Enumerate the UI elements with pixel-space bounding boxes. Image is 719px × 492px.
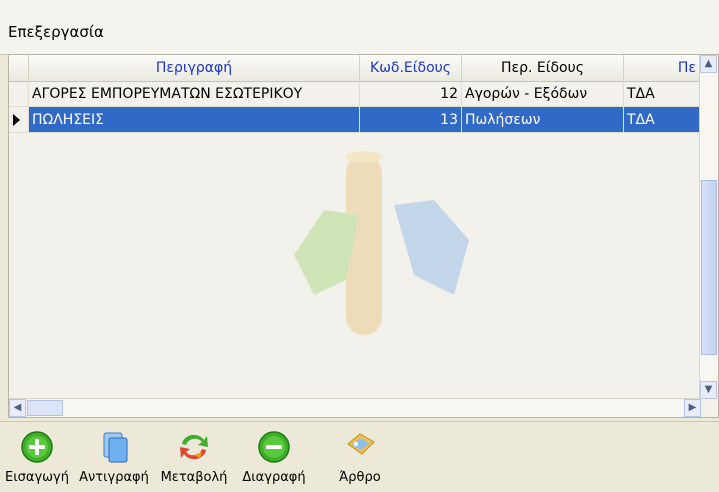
entry-label: Άρθρο <box>339 470 381 485</box>
row-indicator <box>9 107 29 133</box>
data-grid[interactable]: Περιγραφή Κωδ.Είδους Περ. Είδους Πε ΑΓΟΡ… <box>8 54 719 418</box>
cell-code[interactable]: 13 <box>360 107 462 133</box>
cell-extra[interactable]: ΤΔΑ <box>624 107 701 133</box>
column-header-extra[interactable]: Πε <box>624 55 701 81</box>
watermark-logo <box>294 151 469 335</box>
scroll-right-button[interactable]: ▶ <box>684 399 701 417</box>
insert-label: Εισαγωγή <box>5 470 69 485</box>
copy-icon <box>103 432 128 463</box>
column-header-description[interactable]: Περιγραφή <box>29 55 360 81</box>
copy-label: Αντιγραφή <box>79 470 149 485</box>
column-header-type[interactable]: Περ. Είδους <box>462 55 624 81</box>
table-row[interactable]: ΑΓΟΡΕΣ ΕΜΠΟΡΕΥΜΑΤΩΝ ΕΣΩΤΕΡΙΚΟΥ 12 Αγορών… <box>9 81 701 107</box>
plus-circle-icon <box>21 431 53 463</box>
document-tag-icon <box>347 433 375 455</box>
group-header: Επεξεργασία <box>0 0 719 55</box>
cell-type[interactable]: Πωλήσεων <box>462 107 624 133</box>
cell-code[interactable]: 12 <box>360 81 462 107</box>
horizontal-scroll-thumb[interactable] <box>27 400 63 416</box>
vertical-scroll-thumb[interactable] <box>701 180 717 355</box>
delete-label: Διαγραφή <box>242 470 306 485</box>
edit-button[interactable]: Μεταβολή <box>157 430 231 490</box>
current-row-arrow-icon <box>13 114 20 126</box>
horizontal-scrollbar[interactable]: ◀ ▶ <box>9 398 701 417</box>
action-toolbar: Εισαγωγή Αντιγραφή Μεταβολή Διαγραφή Άρθ… <box>0 421 719 492</box>
scroll-left-button[interactable]: ◀ <box>9 399 26 417</box>
vertical-scrollbar[interactable]: ▲ ▼ <box>699 55 718 399</box>
row-indicator <box>9 81 29 107</box>
minus-circle-icon <box>258 431 290 463</box>
indicator-header <box>9 55 29 81</box>
cell-extra[interactable]: ΤΔΑ <box>624 81 701 107</box>
table-row-selected[interactable]: ΠΩΛΗΣΕΙΣ 13 Πωλήσεων ΤΔΑ <box>9 107 701 133</box>
column-header-code[interactable]: Κωδ.Είδους <box>360 55 462 81</box>
edit-label: Μεταβολή <box>160 470 228 485</box>
cell-description[interactable]: ΠΩΛΗΣΕΙΣ <box>29 107 360 133</box>
entry-button[interactable]: Άρθρο <box>330 430 390 490</box>
scroll-up-button[interactable]: ▲ <box>700 55 717 73</box>
delete-button[interactable]: Διαγραφή <box>238 430 310 490</box>
cell-type[interactable]: Αγορών - Εξόδων <box>462 81 624 107</box>
group-title: Επεξεργασία <box>8 23 104 41</box>
scroll-down-button[interactable]: ▼ <box>700 381 717 399</box>
copy-button[interactable]: Αντιγραφή <box>78 430 150 490</box>
cell-description[interactable]: ΑΓΟΡΕΣ ΕΜΠΟΡΕΥΜΑΤΩΝ ΕΣΩΤΕΡΙΚΟΥ <box>29 81 360 107</box>
refresh-icon <box>180 434 208 460</box>
insert-button[interactable]: Εισαγωγή <box>2 430 72 490</box>
column-header-row: Περιγραφή Κωδ.Είδους Περ. Είδους Πε <box>9 55 701 82</box>
